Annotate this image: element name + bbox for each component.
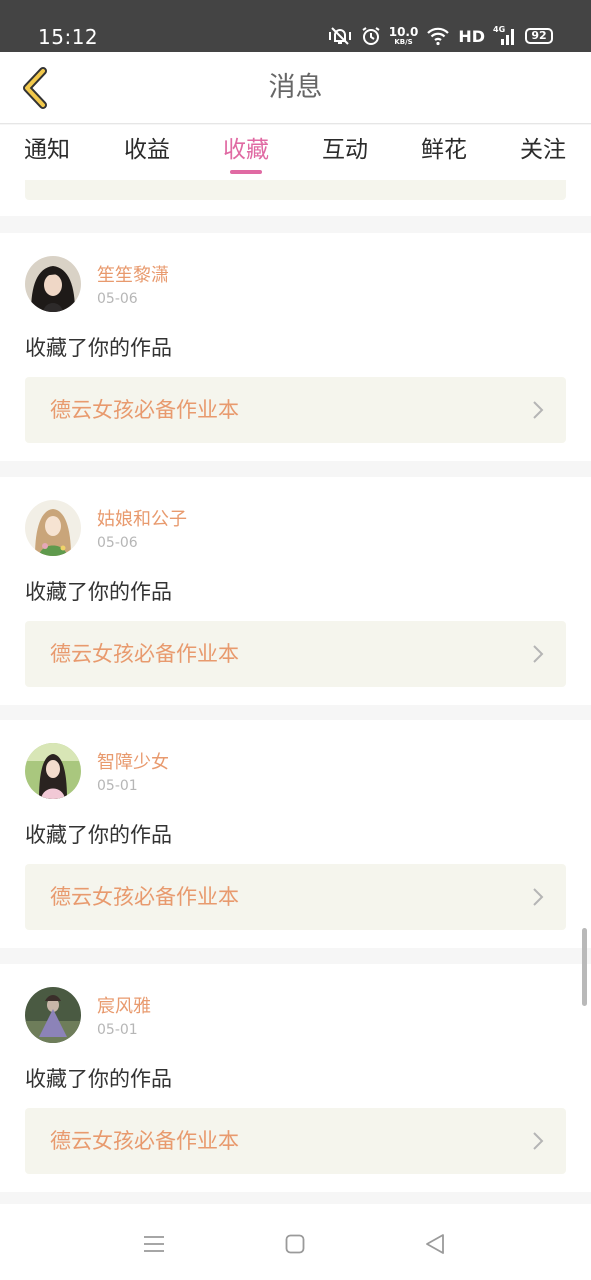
list-item: 智障少女 05-01 收藏了你的作品 德云女孩必备作业本 [0, 720, 591, 948]
status-icons: 10.0 KB/S HD 4G 92 [327, 24, 553, 48]
message-list[interactable]: 笙笙黎潇 05-06 收藏了你的作品 德云女孩必备作业本 姑娘和公子 05-06… [0, 180, 591, 1204]
username[interactable]: 智障少女 [97, 748, 169, 774]
work-link-partial[interactable] [25, 180, 566, 200]
tab-follows[interactable]: 关注 [498, 125, 588, 180]
status-time: 15:12 [38, 25, 99, 49]
chevron-right-icon [533, 888, 544, 906]
app-header: 消息 [0, 52, 591, 124]
status-bar: 15:12 10.0 KB/S HD 4G 92 [0, 0, 591, 52]
work-link[interactable]: 德云女孩必备作业本 [25, 621, 566, 687]
home-square-icon [285, 1234, 305, 1254]
work-title: 德云女孩必备作业本 [50, 398, 239, 422]
scrollbar[interactable] [582, 928, 587, 1006]
work-title: 德云女孩必备作业本 [50, 642, 239, 666]
mute-vibrate-icon [327, 26, 353, 46]
tab-flowers[interactable]: 鲜花 [399, 125, 489, 180]
battery-indicator: 92 [525, 28, 553, 44]
hd-indicator: HD [458, 26, 485, 46]
action-text: 收藏了你的作品 [25, 1067, 172, 1091]
action-text: 收藏了你的作品 [25, 580, 172, 604]
message-date: 05-06 [97, 535, 138, 551]
dark-hair-girl-avatar-icon [25, 256, 81, 312]
avatar[interactable] [25, 256, 81, 312]
tab-bar: 通知 收益 收藏 互动 鲜花 关注 [0, 125, 591, 180]
message-date: 05-01 [97, 1022, 138, 1038]
tab-notifications[interactable]: 通知 [2, 125, 92, 180]
action-text: 收藏了你的作品 [25, 336, 172, 360]
purple-dress-avatar-icon [25, 987, 81, 1043]
tab-favorites[interactable]: 收藏 [201, 125, 291, 180]
home-button[interactable] [277, 1226, 313, 1262]
tab-interactions[interactable]: 互动 [300, 125, 390, 180]
username[interactable]: 笙笙黎潇 [97, 261, 169, 287]
chevron-right-icon [533, 1132, 544, 1150]
menu-icon [144, 1236, 164, 1252]
username[interactable]: 宸风雅 [97, 992, 151, 1018]
avatar[interactable] [25, 987, 81, 1043]
illustrated-girl-avatar-icon [25, 500, 81, 556]
list-item: 宸风雅 05-01 收藏了你的作品 德云女孩必备作业本 [0, 964, 591, 1192]
action-text: 收藏了你的作品 [25, 823, 172, 847]
net-speed: 10.0 KB/S [388, 25, 419, 46]
cellular-signal-icon: 4G [493, 25, 517, 47]
chevron-right-icon [533, 401, 544, 419]
wifi-icon [426, 26, 450, 46]
username[interactable]: 姑娘和公子 [97, 505, 187, 531]
message-date: 05-01 [97, 778, 138, 794]
chevron-right-icon [533, 645, 544, 663]
list-item: 笙笙黎潇 05-06 收藏了你的作品 德云女孩必备作业本 [0, 233, 591, 461]
work-link[interactable]: 德云女孩必备作业本 [25, 1108, 566, 1174]
back-nav-button[interactable] [417, 1226, 453, 1262]
message-date: 05-06 [97, 291, 138, 307]
tab-earnings[interactable]: 收益 [102, 125, 192, 180]
list-item: 姑娘和公子 05-06 收藏了你的作品 德云女孩必备作业本 [0, 477, 591, 705]
avatar[interactable] [25, 743, 81, 799]
list-item [0, 180, 591, 216]
work-title: 德云女孩必备作业本 [50, 885, 239, 909]
alarm-icon [361, 26, 381, 46]
work-link[interactable]: 德云女孩必备作业本 [25, 864, 566, 930]
outdoor-girl-avatar-icon [25, 743, 81, 799]
menu-button[interactable] [136, 1226, 172, 1262]
back-triangle-icon [426, 1234, 444, 1254]
work-title: 德云女孩必备作业本 [50, 1129, 239, 1153]
avatar[interactable] [25, 500, 81, 556]
page-title: 消息 [268, 72, 323, 103]
work-link[interactable]: 德云女孩必备作业本 [25, 377, 566, 443]
system-nav-bar [0, 1204, 591, 1280]
tab-active-indicator [230, 170, 262, 174]
